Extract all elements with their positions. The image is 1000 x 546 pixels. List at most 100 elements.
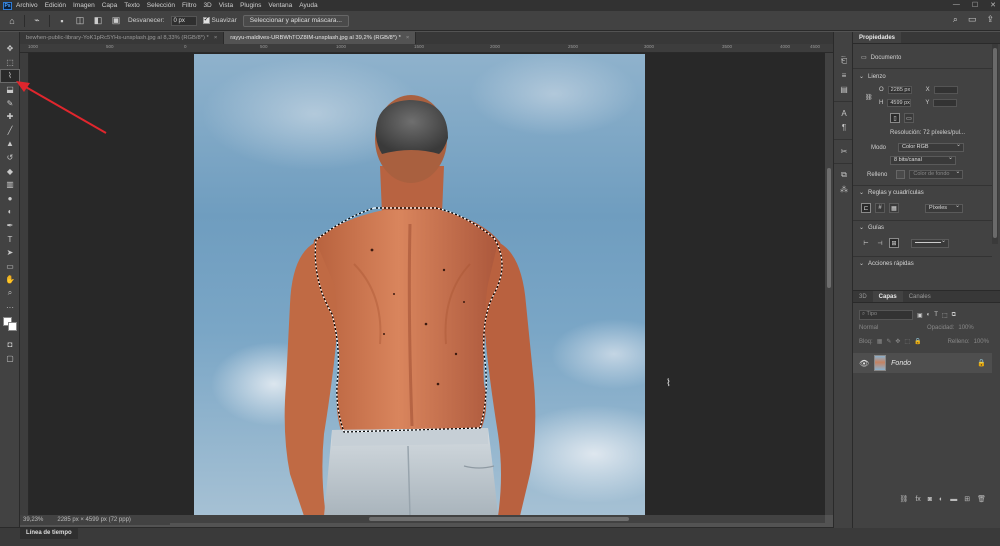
tab-bewhen[interactable]: bewhen-public-library-YoK1pRc5YHs-unspla… <box>20 32 225 44</box>
menu-capa[interactable]: Capa <box>102 2 118 9</box>
menu-plugins[interactable]: Plugins <box>240 2 261 9</box>
section-guides[interactable]: ⌄ Guías <box>859 224 884 232</box>
filter-type-icon[interactable]: T <box>934 312 938 318</box>
menu-vista[interactable]: Vista <box>219 2 233 9</box>
dodge-icon[interactable]: ◐ <box>0 205 20 219</box>
menu-3d[interactable]: 3D <box>203 2 211 9</box>
share-icon[interactable]: ⇪ <box>986 14 994 25</box>
layer-row-fondo[interactable]: 👁 Fondo 🔒 <box>853 353 992 373</box>
feather-input[interactable]: 0 px <box>170 15 197 26</box>
opacity-field[interactable]: 100% <box>958 325 973 331</box>
new-layer-icon[interactable]: ⊞ <box>964 495 970 503</box>
link-layers-icon[interactable]: ⛓ <box>899 495 908 503</box>
antialias-checkbox[interactable]: Suavizar <box>202 15 237 24</box>
canvas-area[interactable]: ⌇ <box>29 53 825 515</box>
intersect-selection-icon[interactable]: ▣ <box>110 15 122 27</box>
minimize-button[interactable]: — <box>953 1 960 9</box>
tab-3d[interactable]: 3D <box>853 291 873 302</box>
path-select-icon[interactable]: ➤ <box>0 246 20 260</box>
magnetic-lasso-preset-icon[interactable]: ⌁ <box>31 15 43 27</box>
new-selection-icon[interactable]: ▪ <box>56 15 68 27</box>
link-icon[interactable]: ⛓ <box>865 94 873 101</box>
lock-all-icon[interactable]: 🔒 <box>914 338 921 345</box>
adjust-icon[interactable]: ≡ <box>834 68 854 82</box>
swatch-icon[interactable]: ▤ <box>834 82 854 96</box>
history-brush-icon[interactable]: ↺ <box>0 151 20 165</box>
visibility-eye-icon[interactable]: 👁 <box>859 359 869 368</box>
y-field[interactable] <box>933 99 958 107</box>
filter-pixel-icon[interactable]: ▣ <box>917 312 923 319</box>
adjustment-layer-icon[interactable]: ◐ <box>939 496 943 503</box>
document-image[interactable] <box>194 54 645 515</box>
close-button[interactable]: ✕ <box>990 1 996 9</box>
landscape-orientation-button[interactable]: ▭ <box>904 113 914 123</box>
filter-shape-icon[interactable]: ⬚ <box>942 312 948 319</box>
menu-archivo[interactable]: Archivo <box>16 2 38 9</box>
subtract-selection-icon[interactable]: ◧ <box>92 15 104 27</box>
guide-style-dropdown[interactable] <box>911 238 949 248</box>
lock-artboard-icon[interactable]: ⬚ <box>904 338 910 345</box>
fill-field[interactable]: 100% <box>974 339 989 345</box>
layer-filter-input[interactable]: ⌕ Tipo <box>859 310 913 320</box>
guide-icon[interactable]: ⊢ <box>861 238 871 248</box>
libraries-icon[interactable]: ⧉ <box>834 168 854 182</box>
portrait-orientation-button[interactable]: ▯ <box>890 113 900 123</box>
add-mask-icon[interactable]: ◙ <box>928 496 932 503</box>
quick-mask-icon[interactable]: ◘ <box>0 338 20 352</box>
more-tools-icon[interactable]: ··· <box>0 300 20 314</box>
x-field[interactable] <box>933 86 958 94</box>
lock-pixels-icon[interactable]: ▦ <box>877 338 883 345</box>
ruler-toggle-icon[interactable]: ⊏ <box>861 203 871 213</box>
zoom-icon[interactable]: ⌕ <box>0 287 20 301</box>
maximize-button[interactable]: ☐ <box>972 1 978 9</box>
tab-properties[interactable]: Propiedades <box>853 32 902 43</box>
screen-mode-icon[interactable]: ▢ <box>0 351 20 365</box>
filter-adjust-icon[interactable]: ◐ <box>927 312 931 318</box>
history-icon[interactable]: ⎗ <box>834 54 854 68</box>
menu-imagen[interactable]: Imagen <box>73 2 95 9</box>
zoom-level[interactable]: 39,23% <box>23 517 43 523</box>
close-tab-icon[interactable]: × <box>406 35 409 41</box>
blend-mode-dropdown[interactable]: Normal <box>859 325 899 331</box>
background-color[interactable] <box>8 321 17 331</box>
menu-ayuda[interactable]: Ayuda <box>299 2 317 9</box>
bit-depth-dropdown[interactable]: 8 bits/canal <box>890 155 956 165</box>
blur-icon[interactable]: ● <box>0 192 20 206</box>
tools-preset-icon[interactable]: ✂ <box>834 144 854 158</box>
hand-icon[interactable]: ✋ <box>0 273 20 287</box>
width-field[interactable]: 2285 px <box>887 86 912 94</box>
section-rulers-grids[interactable]: ⌄ Reglas y cuadrículas <box>859 189 924 197</box>
vertical-scrollbar[interactable] <box>825 53 833 515</box>
character-icon[interactable]: A <box>834 106 854 120</box>
fill-swatch[interactable] <box>896 170 906 179</box>
fill-dropdown[interactable]: Color de fondo <box>909 169 964 179</box>
type-icon[interactable]: T <box>0 232 20 246</box>
paragraph-icon[interactable]: ¶ <box>834 120 854 134</box>
menu-seleccion[interactable]: Selección <box>147 2 175 9</box>
menu-edicion[interactable]: Edición <box>45 2 66 9</box>
section-quick-actions[interactable]: ⌄ Acciones rápidas <box>859 260 914 268</box>
fx-icon[interactable]: fx <box>915 496 920 503</box>
tab-rayyu[interactable]: rayyu-maldives-URBWhTOZ8IM-unsplash.jpg … <box>224 32 417 44</box>
filter-smart-icon[interactable]: ⧉ <box>952 312 956 319</box>
height-field[interactable]: 4599 px <box>887 99 912 107</box>
brush-panel-icon[interactable]: ⁂ <box>834 182 854 196</box>
lock-position-icon[interactable]: ✥ <box>895 338 900 345</box>
menu-texto[interactable]: Texto <box>124 2 140 9</box>
close-tab-icon[interactable]: × <box>214 35 217 41</box>
lock-paint-icon[interactable]: ✎ <box>886 338 891 345</box>
section-canvas[interactable]: ⌄ Lienzo <box>859 73 886 81</box>
home-icon[interactable]: ⌂ <box>6 15 18 27</box>
color-swatches[interactable] <box>0 314 19 338</box>
move-icon[interactable]: ✥ <box>0 42 20 56</box>
units-dropdown[interactable]: Píxeles <box>925 203 963 213</box>
tab-channels[interactable]: Canales <box>903 291 937 302</box>
new-guide-icon[interactable]: ⊣ <box>875 238 885 248</box>
tab-timeline[interactable]: Línea de tiempo <box>20 528 78 539</box>
gradient-icon[interactable]: ▥ <box>0 178 20 192</box>
properties-scrollbar[interactable] <box>992 44 998 244</box>
guide-layout-icon[interactable]: ⊞ <box>889 238 899 248</box>
workspace-icon[interactable]: ▭ <box>968 14 977 25</box>
eraser-icon[interactable]: ◆ <box>0 164 20 178</box>
menu-ventana[interactable]: Ventana <box>268 2 292 9</box>
